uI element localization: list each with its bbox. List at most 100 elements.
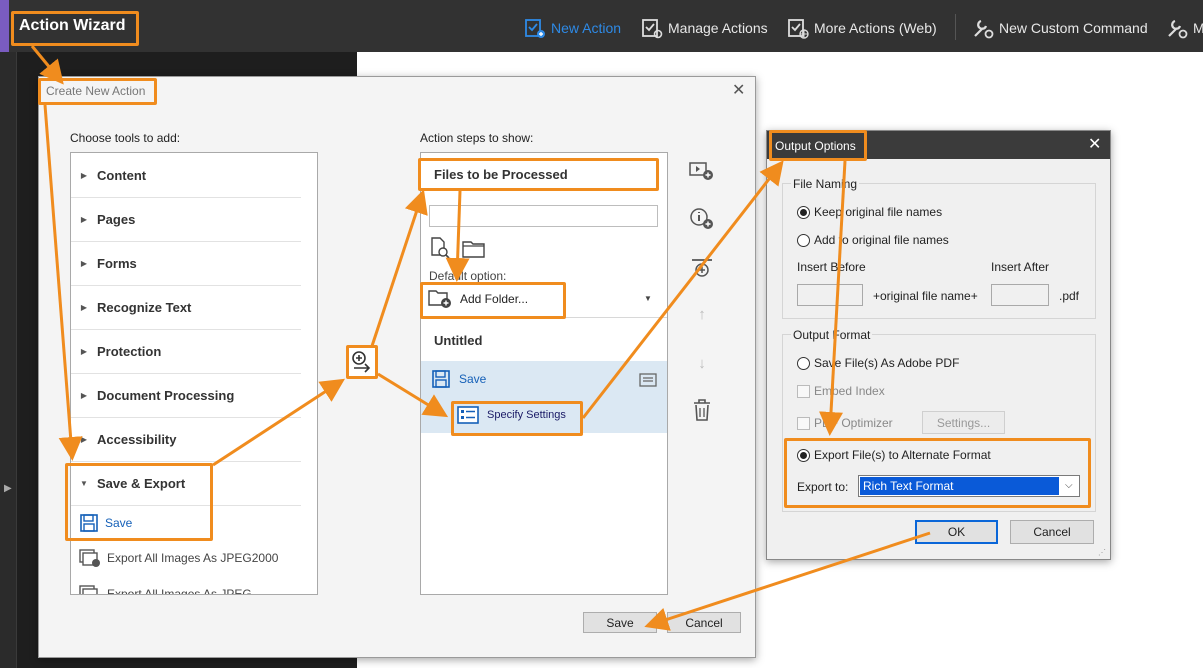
step-save[interactable]: Save <box>431 369 486 389</box>
category-accessibility[interactable]: ▶ Accessibility <box>71 417 301 462</box>
embed-index-checkbox[interactable]: Embed Index <box>797 384 885 398</box>
highlight-add-folder <box>420 282 566 319</box>
embed-index-label: Embed Index <box>814 384 885 398</box>
category-forms[interactable]: ▶ Forms <box>71 241 301 286</box>
expand-icon: ▶ <box>80 302 88 312</box>
add-files-icon[interactable] <box>430 237 450 262</box>
highlight-action-wizard <box>11 11 139 46</box>
step-options-icon[interactable] <box>639 372 657 391</box>
settings-button[interactable]: Settings... <box>922 411 1005 434</box>
category-label: Pages <box>97 211 136 227</box>
highlight-create-new-action <box>38 78 157 105</box>
manage-actions-label: Manage Actions <box>668 20 768 36</box>
add-divider-icon[interactable] <box>689 256 715 282</box>
category-recognize-text[interactable]: ▶ Recognize Text <box>71 285 301 330</box>
new-action-button[interactable]: New Action <box>524 18 621 38</box>
add-to-original-label: Add to original file names <box>814 233 949 247</box>
wrench-gear-icon <box>1168 19 1188 39</box>
new-custom-command-button[interactable]: New Custom Command <box>972 18 1148 39</box>
export-images-icon <box>79 549 100 567</box>
save-icon <box>432 370 450 388</box>
category-label: Recognize Text <box>97 299 192 315</box>
category-protection[interactable]: ▶ Protection <box>71 329 301 374</box>
choose-tools-label: Choose tools to add: <box>70 131 181 145</box>
expand-panel-icon[interactable]: ▶ <box>4 483 12 494</box>
category-label: Protection <box>97 343 162 359</box>
step-save-label: Save <box>459 372 487 386</box>
close-icon[interactable]: ✕ <box>732 83 745 99</box>
category-document-processing[interactable]: ▶ Document Processing <box>71 373 301 418</box>
tool-export-jpeg2000-label: Export All Images As JPEG2000 <box>107 551 279 565</box>
insert-before-field[interactable] <box>797 284 863 306</box>
keep-original-label: Keep original file names <box>814 205 943 219</box>
highlight-add-step <box>346 345 378 379</box>
expand-icon: ▶ <box>80 346 88 356</box>
checkbox-icon <box>797 384 810 398</box>
toolbar-separator <box>955 14 956 40</box>
keep-original-radio[interactable]: Keep original file names <box>797 205 942 219</box>
close-icon[interactable]: ✕ <box>1088 137 1101 153</box>
insert-after-label: Insert After <box>991 260 1050 274</box>
tool-accent-strip <box>0 0 9 52</box>
expand-icon: ▶ <box>80 258 88 268</box>
default-option-label: Default option: <box>429 269 507 283</box>
save-adobe-pdf-radio[interactable]: Save File(s) As Adobe PDF <box>797 356 959 370</box>
expand-icon: ▶ <box>80 390 88 400</box>
ok-button[interactable]: OK <box>915 520 998 544</box>
folder-icon[interactable] <box>462 239 486 262</box>
overflow-command-label: M <box>1193 20 1203 36</box>
file-naming-label: File Naming <box>791 177 860 191</box>
move-down-icon[interactable]: ↓ <box>689 350 715 376</box>
expand-icon: ▶ <box>80 434 88 444</box>
manage-actions-icon <box>642 19 663 39</box>
add-prompt-icon[interactable] <box>689 158 715 184</box>
insert-after-field[interactable] <box>991 284 1049 306</box>
category-label: Accessibility <box>97 431 177 447</box>
highlight-output-options <box>769 130 867 161</box>
tool-export-jpeg-label: Export All Images As JPEG <box>107 587 252 595</box>
highlight-save-export <box>65 463 213 541</box>
category-pages[interactable]: ▶ Pages <box>71 197 301 242</box>
radio-selected-icon <box>797 205 810 219</box>
highlight-specify-settings <box>451 401 583 436</box>
category-label: Content <box>97 167 147 183</box>
pdf-optimizer-label: PDF Optimizer <box>814 416 893 430</box>
add-to-original-radio[interactable]: Add to original file names <box>797 233 949 247</box>
save-button[interactable]: Save <box>583 612 657 633</box>
pdf-extension-label: .pdf <box>1059 289 1080 303</box>
files-input[interactable] <box>429 205 658 227</box>
highlight-export-alternate <box>784 438 1091 508</box>
add-instruction-icon[interactable] <box>689 206 715 232</box>
tool-export-jpeg2000[interactable]: Export All Images As JPEG2000 <box>79 543 278 573</box>
radio-icon <box>797 356 810 370</box>
highlight-files-to-be-processed <box>418 158 659 191</box>
resize-grip-icon[interactable]: ⋰ <box>1098 548 1106 557</box>
expand-icon: ▶ <box>80 214 88 224</box>
cancel-button[interactable]: Cancel <box>667 612 741 633</box>
pdf-optimizer-checkbox[interactable]: PDF Optimizer <box>797 416 893 430</box>
export-images-icon <box>79 585 98 594</box>
trash-icon[interactable] <box>689 397 715 423</box>
category-label: Forms <box>97 255 137 271</box>
checkbox-icon <box>797 416 810 430</box>
manage-actions-button[interactable]: Manage Actions <box>641 18 768 39</box>
move-up-icon[interactable]: ↑ <box>689 301 715 327</box>
chevron-down-icon[interactable]: ▼ <box>644 294 652 303</box>
tool-export-jpeg[interactable]: Export All Images As JPEG <box>79 579 252 595</box>
radio-icon <box>797 233 810 247</box>
output-format-label: Output Format <box>791 328 873 342</box>
new-custom-command-label: New Custom Command <box>999 20 1148 36</box>
original-file-name-label: +original file name+ <box>873 289 978 303</box>
insert-before-label: Insert Before <box>797 260 866 274</box>
category-label: Document Processing <box>97 387 235 403</box>
category-content[interactable]: ▶ Content <box>71 153 301 198</box>
new-action-icon <box>525 19 545 38</box>
output-cancel-button[interactable]: Cancel <box>1010 520 1094 544</box>
more-actions-label: More Actions (Web) <box>814 20 937 36</box>
more-actions-button[interactable]: More Actions (Web) <box>787 18 937 39</box>
expand-icon: ▶ <box>80 170 88 180</box>
left-gutter <box>0 52 17 668</box>
wrench-gear-icon <box>974 19 994 39</box>
untitled-step-group: Untitled <box>434 333 483 348</box>
overflow-command-button[interactable]: M <box>1166 18 1203 39</box>
